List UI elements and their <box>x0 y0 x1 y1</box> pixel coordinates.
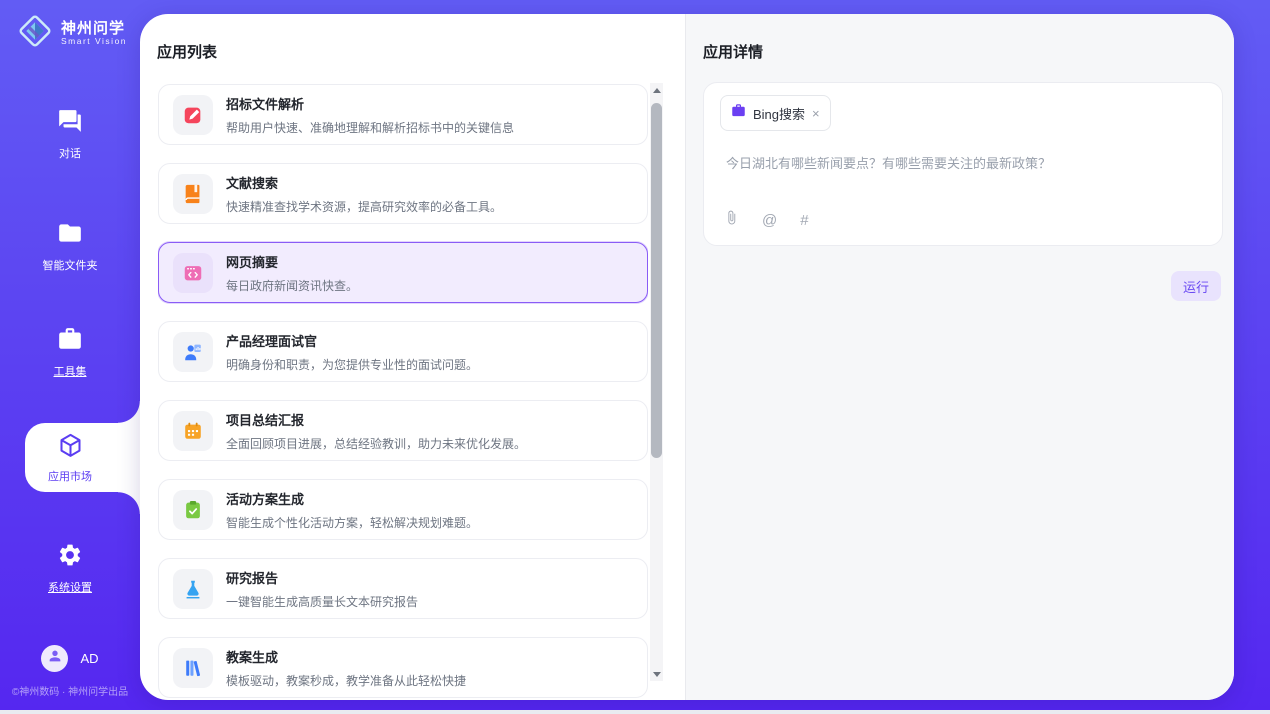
sidebar-item-chat[interactable]: 对话 <box>0 108 140 161</box>
chat-icon <box>57 121 83 138</box>
user-name: AD <box>80 651 98 666</box>
research-flask-icon <box>173 569 213 609</box>
tool-tag-bing-search[interactable]: Bing搜索 × <box>720 95 831 131</box>
app-card-title: 研究报告 <box>226 568 418 587</box>
book-icon <box>173 174 213 214</box>
sidebar-item-settings[interactable]: 系统设置 <box>0 542 140 595</box>
sidebar-item-label: 工具集 <box>0 363 140 379</box>
app-card-title: 教案生成 <box>226 647 466 666</box>
app-card-desc: 全面回顾项目进展，总结经验教训，助力未来优化发展。 <box>226 435 526 452</box>
app-card[interactable]: 项目总结汇报 全面回顾项目进展，总结经验教训，助力未来优化发展。 <box>158 400 648 461</box>
clipboard-check-icon <box>173 490 213 530</box>
run-button[interactable]: 运行 <box>1171 271 1221 301</box>
mention-icon[interactable]: @ <box>762 212 777 229</box>
app-card-desc: 智能生成个性化活动方案，轻松解决规划难题。 <box>226 514 478 531</box>
interviewer-icon <box>173 332 213 372</box>
books-icon <box>173 648 213 688</box>
app-card[interactable]: 活动方案生成 智能生成个性化活动方案，轻松解决规划难题。 <box>158 479 648 540</box>
calendar-icon <box>173 411 213 451</box>
sidebar-item-label: 系统设置 <box>0 579 140 595</box>
app-card[interactable]: 教案生成 模板驱动，教案秒成，教学准备从此轻松快捷 <box>158 637 648 698</box>
edit-square-icon <box>173 95 213 135</box>
paperclip-icon[interactable] <box>724 209 739 231</box>
app-list-title: 应用列表 <box>157 41 217 62</box>
person-icon <box>47 648 63 669</box>
diamond-logo-icon <box>16 12 54 55</box>
gear-icon <box>57 555 83 572</box>
app-card-title: 网页摘要 <box>226 252 358 271</box>
web-page-icon <box>173 253 213 293</box>
copyright-text: ©神州数码 · 神州问学出品 <box>0 683 140 698</box>
app-card-title: 产品经理面试官 <box>226 331 478 350</box>
app-card[interactable]: 产品经理面试官 明确身份和职责，为您提供专业性的面试问题。 <box>158 321 648 382</box>
tool-tag-label: Bing搜索 <box>753 104 805 123</box>
sidebar-item-label: 对话 <box>0 145 140 161</box>
scroll-down-icon[interactable] <box>650 667 663 681</box>
sidebar-item-toolset[interactable]: 工具集 <box>0 326 140 379</box>
scroll-up-icon[interactable] <box>650 83 663 97</box>
app-card[interactable]: 招标文件解析 帮助用户快速、准确地理解和解析招标书中的关键信息 <box>158 84 648 145</box>
query-input[interactable]: 今日湖北有哪些新闻要点？有哪些需要关注的最新政策？ <box>726 153 1202 172</box>
briefcase-icon <box>731 103 746 123</box>
sidebar-item-smart-folder[interactable]: 智能文件夹 <box>0 220 140 273</box>
avatar <box>41 645 68 672</box>
main-content: 应用列表 招标文件解析 帮助用户快速、准确地理解和解析招标书中的关键信息 <box>140 14 1234 700</box>
brand-logo: 神州问学 Smart Vision <box>16 12 127 55</box>
query-editor-card: Bing搜索 × 今日湖北有哪些新闻要点？有哪些需要关注的最新政策？ @ # <box>703 82 1223 246</box>
close-icon[interactable]: × <box>812 107 820 120</box>
app-card-title: 活动方案生成 <box>226 489 478 508</box>
user-account[interactable]: AD <box>0 645 140 672</box>
folder-icon <box>57 233 83 250</box>
app-card-title: 招标文件解析 <box>226 94 514 113</box>
sidebar-item-label: 智能文件夹 <box>0 257 140 273</box>
cube-icon <box>57 446 84 463</box>
scrollbar-thumb[interactable] <box>651 103 662 458</box>
app-frame: 神州问学 Smart Vision 对话 智能文件夹 <box>0 0 1270 710</box>
app-card-desc: 快速精准查找学术资源，提高研究效率的必备工具。 <box>226 198 502 215</box>
app-card-desc: 一键智能生成高质量长文本研究报告 <box>226 593 418 610</box>
app-card[interactable]: 文献搜索 快速精准查找学术资源，提高研究效率的必备工具。 <box>158 163 648 224</box>
app-card-list: 招标文件解析 帮助用户快速、准确地理解和解析招标书中的关键信息 文献搜索 <box>158 84 648 700</box>
sidebar: 神州问学 Smart Vision 对话 智能文件夹 <box>0 0 140 710</box>
app-list-panel: 应用列表 招标文件解析 帮助用户快速、准确地理解和解析招标书中的关键信息 <box>140 14 685 700</box>
app-card-desc: 模板驱动，教案秒成，教学准备从此轻松快捷 <box>226 672 466 689</box>
app-card[interactable]: 研究报告 一键智能生成高质量长文本研究报告 <box>158 558 648 619</box>
app-detail-panel: 应用详情 Bing搜索 × 今日湖北有哪些新闻要点？有哪些需要关注的最新政策？ <box>685 14 1234 700</box>
app-detail-title: 应用详情 <box>703 41 763 62</box>
sidebar-item-app-market[interactable]: 应用市场 <box>0 432 140 484</box>
app-card-selected[interactable]: 网页摘要 每日政府新闻资讯快查。 <box>158 242 648 303</box>
toolbox-icon <box>57 339 83 356</box>
sidebar-item-label: 应用市场 <box>0 468 140 484</box>
editor-toolbar: @ # <box>724 209 809 231</box>
brand-name: 神州问学 <box>61 21 127 38</box>
app-card-desc: 帮助用户快速、准确地理解和解析招标书中的关键信息 <box>226 119 514 136</box>
app-card-desc: 明确身份和职责，为您提供专业性的面试问题。 <box>226 356 478 373</box>
brand-subtitle: Smart Vision <box>61 37 127 46</box>
list-scrollbar[interactable] <box>650 83 663 681</box>
app-card-title: 文献搜索 <box>226 173 502 192</box>
app-card-title: 项目总结汇报 <box>226 410 526 429</box>
hashtag-icon[interactable]: # <box>800 212 808 229</box>
app-card-desc: 每日政府新闻资讯快查。 <box>226 277 358 294</box>
